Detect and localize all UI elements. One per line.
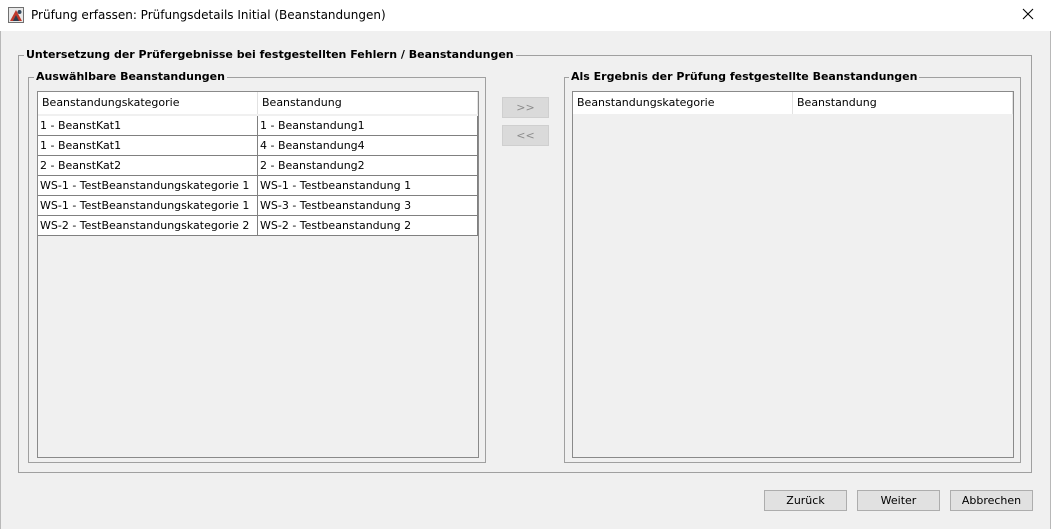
available-cell-complaint: 1 - Beanstandung1	[258, 116, 478, 136]
available-header-category[interactable]: Beanstandungskategorie	[38, 92, 258, 114]
back-button[interactable]: Zurück	[764, 490, 847, 511]
available-table-header: Beanstandungskategorie Beanstandung	[38, 92, 478, 114]
available-cell-category: 1 - BeanstKat1	[38, 116, 258, 136]
available-header-complaint[interactable]: Beanstandung	[258, 92, 478, 114]
remove-button[interactable]: <<	[502, 125, 549, 146]
main-group-legend: Untersetzung der Prüfergebnisse bei fest…	[24, 48, 516, 61]
title-bar: Prüfung erfassen: Prüfungsdetails Initia…	[0, 0, 1051, 31]
available-table[interactable]: Beanstandungskategorie Beanstandung 1 - …	[37, 91, 479, 458]
available-cell-category: WS-2 - TestBeanstandungskategorie 2	[38, 216, 258, 236]
available-cell-category: WS-1 - TestBeanstandungskategorie 1	[38, 196, 258, 216]
next-button[interactable]: Weiter	[857, 490, 940, 511]
close-icon	[1022, 8, 1034, 23]
available-cell-category: 1 - BeanstKat1	[38, 136, 258, 156]
table-row[interactable]: WS-2 - TestBeanstandungskategorie 2 WS-2…	[38, 216, 478, 236]
available-cell-category: 2 - BeanstKat2	[38, 156, 258, 176]
table-row[interactable]: 1 - BeanstKat1 1 - Beanstandung1	[38, 116, 478, 136]
add-button[interactable]: >>	[502, 97, 549, 118]
window-title: Prüfung erfassen: Prüfungsdetails Initia…	[31, 8, 386, 22]
selected-header-complaint[interactable]: Beanstandung	[793, 92, 1013, 114]
available-cell-category: WS-1 - TestBeanstandungskategorie 1	[38, 176, 258, 196]
available-cell-complaint: WS-1 - Testbeanstandung 1	[258, 176, 478, 196]
app-icon	[8, 7, 24, 23]
table-row[interactable]: 1 - BeanstKat1 4 - Beanstandung4	[38, 136, 478, 156]
selected-table[interactable]: Beanstandungskategorie Beanstandung	[572, 91, 1014, 458]
close-button[interactable]	[1005, 0, 1051, 31]
available-cell-complaint: 2 - Beanstandung2	[258, 156, 478, 176]
available-group-legend: Auswählbare Beanstandungen	[34, 70, 227, 83]
selected-group-legend: Als Ergebnis der Prüfung festgestellte B…	[569, 70, 920, 83]
table-row[interactable]: WS-1 - TestBeanstandungskategorie 1 WS-1…	[38, 176, 478, 196]
selected-header-category[interactable]: Beanstandungskategorie	[573, 92, 793, 114]
available-cell-complaint: WS-3 - Testbeanstandung 3	[258, 196, 478, 216]
available-cell-complaint: 4 - Beanstandung4	[258, 136, 478, 156]
available-cell-complaint: WS-2 - Testbeanstandung 2	[258, 216, 478, 236]
selected-table-header: Beanstandungskategorie Beanstandung	[573, 92, 1013, 114]
table-row[interactable]: WS-1 - TestBeanstandungskategorie 1 WS-3…	[38, 196, 478, 216]
cancel-button[interactable]: Abbrechen	[950, 490, 1033, 511]
table-row[interactable]: 2 - BeanstKat2 2 - Beanstandung2	[38, 156, 478, 176]
